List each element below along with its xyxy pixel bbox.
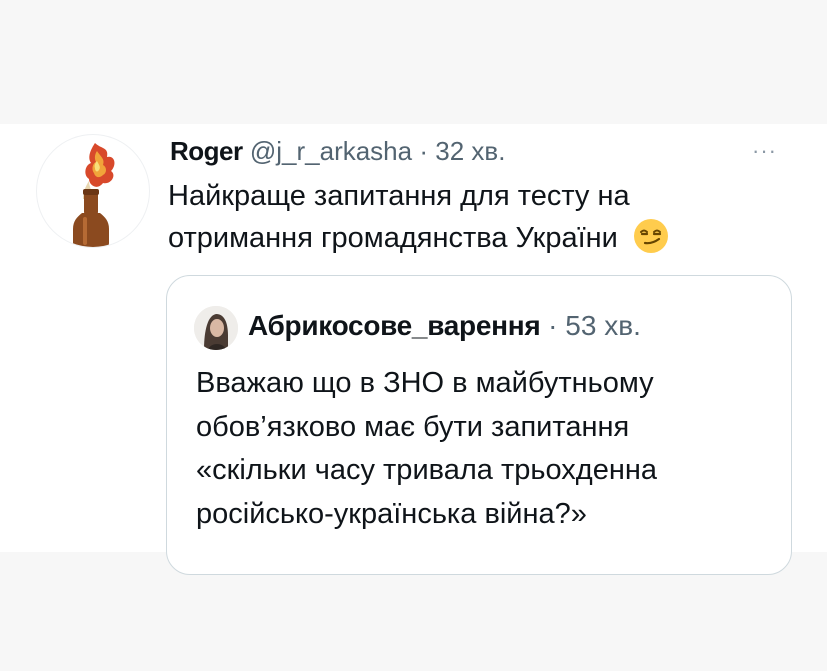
author-name[interactable]: Roger [170, 136, 243, 166]
tweet-header: Roger @j_r_arkasha · 32 хв. [170, 136, 505, 166]
quoted-author-name[interactable]: Абрикосове_варення [248, 310, 541, 341]
quoted-tweet-header: Абрикосове_варення · 53 хв. [248, 309, 641, 343]
tweet-text-line: Найкраще запитання для тесту на [168, 180, 630, 212]
portrait-photo-icon [194, 306, 238, 350]
more-icon[interactable]: ··· [752, 138, 777, 164]
top-background [0, 0, 827, 124]
author-handle[interactable]: @j_r_arkasha [250, 136, 412, 166]
quoted-text-line: обов’язково має бути запитання [196, 410, 630, 443]
quoted-header-separator: · [548, 310, 558, 341]
smirking-face-emoji-icon [633, 219, 668, 253]
quoted-text-line: російсько-українська війна?» [196, 497, 587, 530]
tweet-time[interactable]: 32 хв. [435, 136, 505, 166]
tweet-text-line-2: отримання громадянства України [168, 217, 768, 259]
tweet-text-line-content: отримання громадянства України [168, 222, 618, 254]
quoted-tweet-time[interactable]: 53 хв. [565, 310, 641, 341]
molotov-bottle-icon [73, 143, 115, 247]
tweet-text: Найкраще запитання для тесту на отриманн… [168, 175, 768, 259]
avatar[interactable] [36, 134, 150, 248]
quoted-author-avatar[interactable] [194, 306, 238, 350]
quoted-tweet-text: Вважаю що в ЗНО в майбутньому обов’язков… [196, 362, 766, 536]
header-separator: · [419, 136, 429, 166]
quoted-text-line: «скільки часу тривала трьохденна [196, 454, 657, 486]
quoted-text-line: Вважаю що в ЗНО в майбутньому [196, 367, 654, 399]
